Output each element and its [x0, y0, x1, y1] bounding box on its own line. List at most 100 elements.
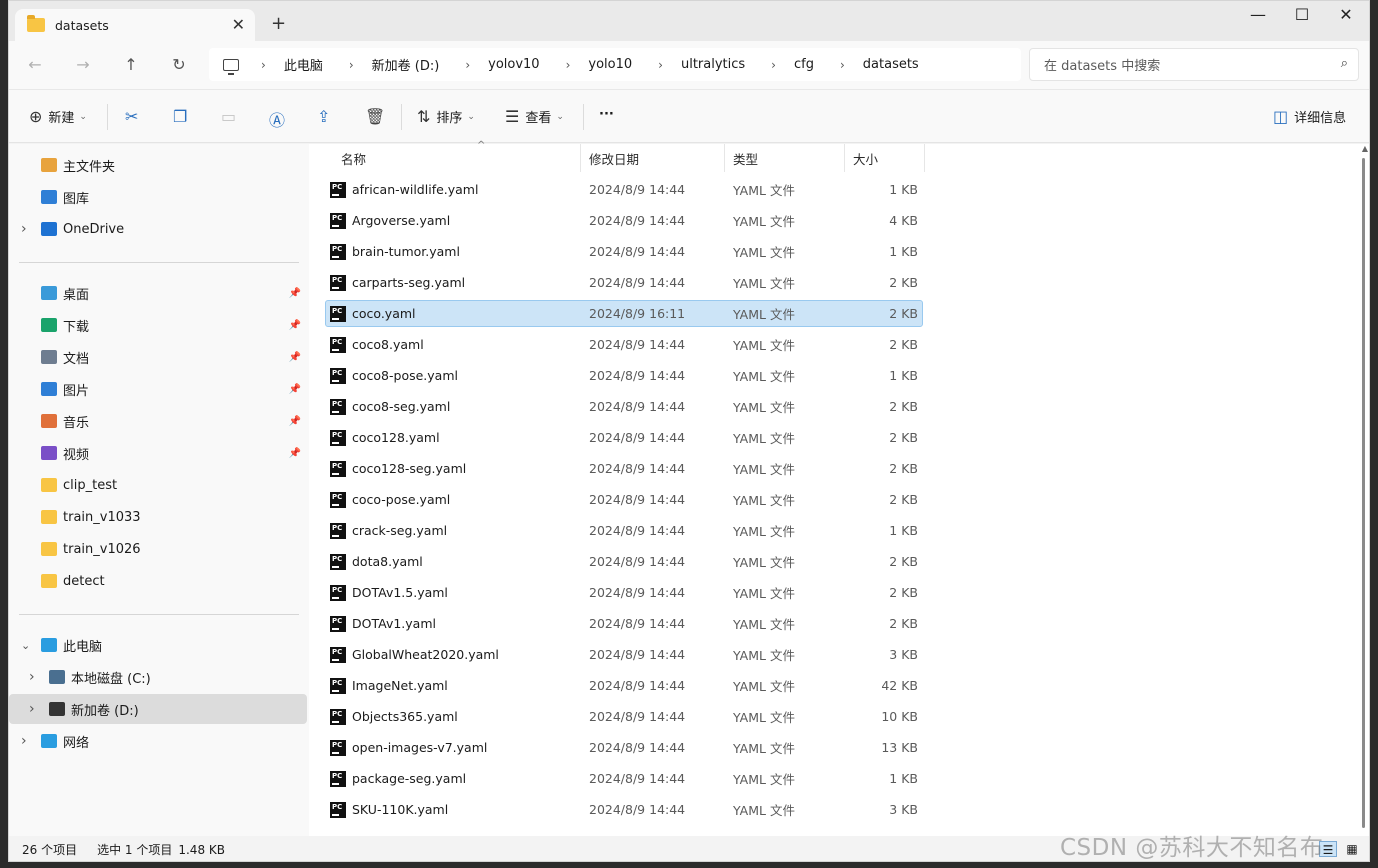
- breadcrumb-item[interactable]: cfg: [794, 57, 814, 72]
- pin-icon[interactable]: 📌: [289, 320, 301, 331]
- sidebar-item[interactable]: › 新加卷 (D:): [9, 694, 307, 724]
- sidebar-item[interactable]: train_v1033: [9, 502, 307, 532]
- column-header-name[interactable]: 名称 ^: [333, 140, 581, 172]
- sidebar-item[interactable]: ⌄ 此电脑: [9, 630, 307, 660]
- rename-button[interactable]: Ⓐ: [269, 107, 291, 131]
- breadcrumb-item[interactable]: datasets: [863, 57, 919, 72]
- sidebar-item-label: 文档: [63, 351, 90, 367]
- column-header-type[interactable]: 类型: [725, 144, 845, 172]
- file-date: 2024/8/9 14:44: [589, 647, 686, 662]
- file-row[interactable]: PC DOTAv1.5.yaml 2024/8/9 14:44 YAML 文件 2 KB: [325, 579, 923, 606]
- column-header-size[interactable]: 大小: [845, 144, 925, 172]
- file-row[interactable]: PC ImageNet.yaml 2024/8/9 14:44 YAML 文件 42 K…: [325, 672, 923, 699]
- more-button[interactable]: ···: [599, 107, 614, 122]
- paste-button[interactable]: ▭: [221, 107, 242, 126]
- plus-circle-icon: ⊕: [29, 107, 43, 126]
- file-row[interactable]: PC coco8-seg.yaml 2024/8/9 14:44 YAML 文件 2 K…: [325, 393, 923, 420]
- file-row[interactable]: PC carparts-seg.yaml 2024/8/9 14:44 YAML 文件…: [325, 269, 923, 296]
- tiles-view-icon[interactable]: ▦: [1343, 841, 1361, 857]
- file-row[interactable]: PC SKU-110K.yaml 2024/8/9 14:44 YAML 文件 3 KB: [325, 796, 923, 823]
- new-button[interactable]: ⊕ 新建 ⌄: [29, 107, 87, 126]
- sidebar-item[interactable]: 桌面 📌: [9, 278, 307, 308]
- pin-icon[interactable]: 📌: [289, 288, 301, 299]
- file-row[interactable]: PC DOTAv1.yaml 2024/8/9 14:44 YAML 文件 2 KB: [325, 610, 923, 637]
- pin-icon[interactable]: 📌: [289, 384, 301, 395]
- chevron-right-icon[interactable]: ›: [29, 669, 35, 685]
- pin-icon[interactable]: 📌: [289, 448, 301, 459]
- close-tab-icon[interactable]: ✕: [232, 15, 245, 34]
- sidebar-item-label: 图片: [63, 383, 90, 399]
- sidebar-item[interactable]: 主文件夹: [9, 150, 307, 180]
- breadcrumb-item[interactable]: yolo10: [588, 57, 632, 72]
- pin-icon[interactable]: 📌: [289, 352, 301, 363]
- sidebar-item[interactable]: › 本地磁盘 (C:): [9, 662, 307, 692]
- breadcrumb-item[interactable]: ultralytics: [681, 57, 745, 72]
- sidebar-item-label: clip_test: [63, 477, 118, 493]
- sidebar-item[interactable]: 图库: [9, 182, 307, 212]
- file-row[interactable]: PC coco-pose.yaml 2024/8/9 14:44 YAML 文件 2 K…: [325, 486, 923, 513]
- file-row[interactable]: PC coco128-seg.yaml 2024/8/9 14:44 YAML 文件 2…: [325, 455, 923, 482]
- chevron-right-icon[interactable]: ›: [21, 221, 27, 237]
- share-button[interactable]: ⇪: [317, 107, 336, 126]
- chevron-right-icon[interactable]: ›: [29, 701, 35, 717]
- file-row[interactable]: PC african-wildlife.yaml 2024/8/9 14:44 YAM…: [325, 176, 923, 203]
- chevron-right-icon[interactable]: ›: [21, 733, 27, 749]
- breadcrumb-item[interactable]: yolov10: [488, 57, 539, 72]
- sidebar-item[interactable]: train_v1026: [9, 534, 307, 564]
- minimize-button[interactable]: —: [1235, 5, 1281, 24]
- sidebar-item[interactable]: 图片 📌: [9, 374, 307, 404]
- sidebar-item[interactable]: 文档 📌: [9, 342, 307, 372]
- sidebar-item[interactable]: clip_test: [9, 470, 307, 500]
- up-button[interactable]: ↑: [119, 55, 143, 74]
- pin-icon[interactable]: 📌: [289, 416, 301, 427]
- file-row[interactable]: PC crack-seg.yaml 2024/8/9 14:44 YAML 文件 1 K…: [325, 517, 923, 544]
- sidebar-item[interactable]: 视频 📌: [9, 438, 307, 468]
- delete-button[interactable]: 🗑: [365, 107, 391, 126]
- close-window-button[interactable]: ✕: [1323, 5, 1369, 24]
- file-row[interactable]: PC brain-tumor.yaml 2024/8/9 14:44 YAML 文件 1…: [325, 238, 923, 265]
- chevron-down-icon[interactable]: ⌄: [21, 639, 30, 652]
- sidebar-item[interactable]: 音乐 📌: [9, 406, 307, 436]
- maximize-button[interactable]: ☐: [1279, 5, 1325, 24]
- file-list: 名称 ^ 修改日期 类型 大小 ▲ PC african-wildlife.yam…: [309, 140, 1369, 836]
- breadcrumb-item[interactable]: 新加卷 (D:): [372, 55, 440, 74]
- search-icon: ⌕: [1340, 56, 1348, 71]
- scroll-up-arrow[interactable]: ▲: [1362, 144, 1368, 153]
- file-row[interactable]: PC coco128.yaml 2024/8/9 14:44 YAML 文件 2 KB: [325, 424, 923, 451]
- address-bar[interactable]: › 此电脑 › 新加卷 (D:) › yolov10 › yolo10 › ultralytics…: [209, 48, 1021, 81]
- new-tab-button[interactable]: +: [271, 13, 286, 34]
- file-name: Objects365.yaml: [352, 709, 458, 724]
- file-row[interactable]: PC open-images-v7.yaml 2024/8/9 14:44 YAML …: [325, 734, 923, 761]
- file-row[interactable]: PC coco8.yaml 2024/8/9 14:44 YAML 文件 2 KB: [325, 331, 923, 358]
- file-row[interactable]: PC package-seg.yaml 2024/8/9 14:44 YAML 文件 1…: [325, 765, 923, 792]
- sidebar-item-label: 下载: [63, 319, 90, 335]
- yaml-file-icon: PC: [330, 646, 346, 663]
- breadcrumb-item[interactable]: 此电脑: [284, 55, 323, 74]
- sort-icon: ⇅: [417, 107, 431, 126]
- copy-button[interactable]: ❐: [173, 107, 193, 126]
- file-row[interactable]: PC GlobalWheat2020.yaml 2024/8/9 14:44 YAML…: [325, 641, 923, 668]
- cut-button[interactable]: ✂: [125, 107, 144, 126]
- search-input[interactable]: 在 datasets 中搜索 ⌕: [1029, 48, 1359, 81]
- vertical-scrollbar[interactable]: [1362, 158, 1365, 828]
- sidebar-item[interactable]: › OneDrive: [9, 214, 307, 244]
- sort-button[interactable]: ⇅ 排序 ⌄: [417, 107, 475, 126]
- column-header-date[interactable]: 修改日期: [581, 144, 725, 172]
- file-size: 2 KB: [889, 461, 918, 476]
- file-name: DOTAv1.5.yaml: [352, 585, 448, 600]
- file-name: ImageNet.yaml: [352, 678, 448, 693]
- refresh-button[interactable]: ↻: [167, 55, 191, 74]
- sidebar-item[interactable]: detect: [9, 566, 307, 596]
- file-row[interactable]: PC dota8.yaml 2024/8/9 14:44 YAML 文件 2 KB: [325, 548, 923, 575]
- tab-datasets[interactable]: datasets ✕: [15, 9, 255, 41]
- file-row[interactable]: PC coco.yaml 2024/8/9 16:11 YAML 文件 2 KB: [325, 300, 923, 327]
- back-button[interactable]: ←: [23, 55, 47, 74]
- sidebar-item[interactable]: › 网络: [9, 726, 307, 756]
- file-row[interactable]: PC Argoverse.yaml 2024/8/9 14:44 YAML 文件 4 K…: [325, 207, 923, 234]
- sidebar-item[interactable]: 下载 📌: [9, 310, 307, 340]
- file-row[interactable]: PC coco8-pose.yaml 2024/8/9 14:44 YAML 文件 1 …: [325, 362, 923, 389]
- view-button[interactable]: ☰ 查看 ⌄: [505, 107, 564, 126]
- file-row[interactable]: PC Objects365.yaml 2024/8/9 14:44 YAML 文件 10…: [325, 703, 923, 730]
- details-pane-button[interactable]: ◫ 详细信息: [1273, 107, 1346, 126]
- forward-button[interactable]: →: [71, 55, 95, 74]
